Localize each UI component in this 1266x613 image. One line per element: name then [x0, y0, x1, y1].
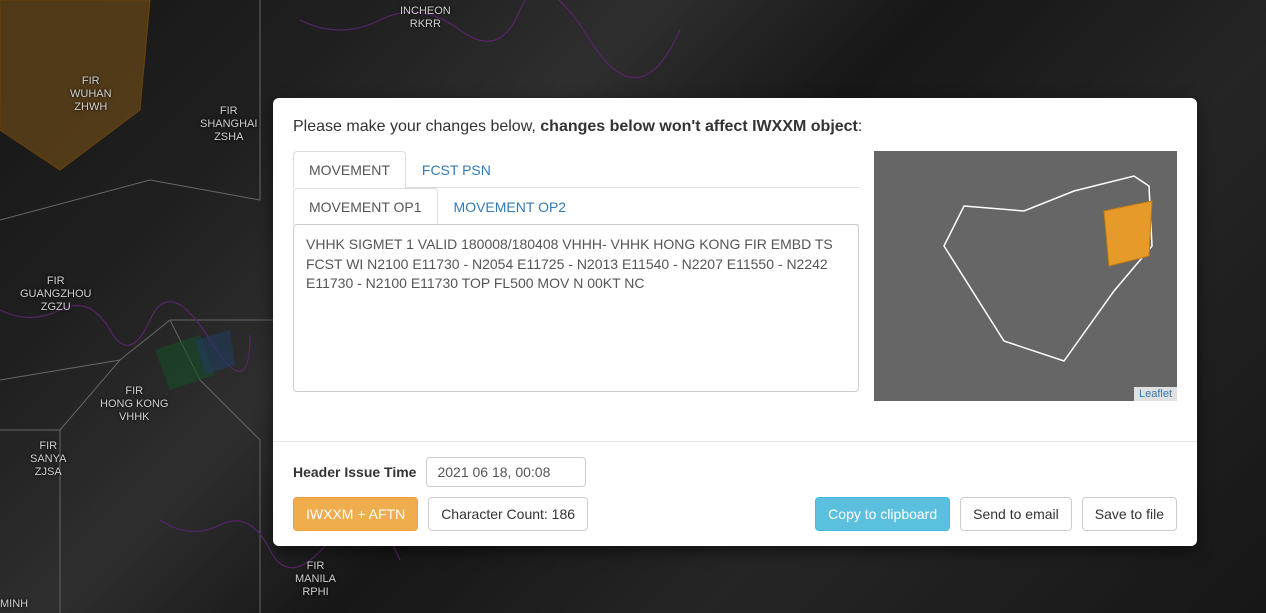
edit-modal: Please make your changes below, changes …: [273, 98, 1197, 546]
header-issue-time-label: Header Issue Time: [293, 464, 416, 480]
tab-movement-op2[interactable]: MOVEMENT OP2: [438, 188, 583, 225]
fir-label-incheon: INCHEON RKRR: [400, 5, 451, 31]
instruction-suffix: :: [858, 118, 862, 135]
character-count-button[interactable]: Character Count: 186: [428, 497, 588, 531]
copy-to-clipboard-button[interactable]: Copy to clipboard: [815, 497, 950, 531]
sigmet-text-input[interactable]: [293, 224, 859, 392]
save-to-file-button[interactable]: Save to file: [1082, 497, 1177, 531]
send-to-email-button[interactable]: Send to email: [960, 497, 1072, 531]
minimap-svg: [874, 151, 1177, 401]
tabs-secondary: MOVEMENT OP1 MOVEMENT OP2: [293, 188, 859, 225]
fir-label-guangzhou: FIR GUANGZHOU ZGZU: [20, 275, 92, 315]
fir-label-hongkong: FIR HONG KONG VHHK: [100, 385, 168, 425]
instruction-bold: changes below won't affect IWXXM object: [540, 118, 858, 135]
fir-label-minh: MINH: [0, 598, 28, 611]
tab-movement[interactable]: MOVEMENT: [293, 151, 406, 188]
modal-divider: [273, 441, 1197, 442]
fir-label-wuhan: FIR WUHAN ZHWH: [70, 75, 112, 115]
fir-label-manila: FIR MANILA RPHI: [295, 560, 336, 600]
tab-fcst-psn[interactable]: FCST PSN: [406, 151, 507, 188]
instruction-prefix: Please make your changes below,: [293, 118, 540, 135]
leaflet-attribution[interactable]: Leaflet: [1134, 387, 1177, 401]
minimap[interactable]: Leaflet: [874, 151, 1177, 401]
iwxxm-aftn-button[interactable]: IWXXM + AFTN: [293, 497, 418, 531]
fir-label-sanya: FIR SANYA ZJSA: [30, 440, 66, 480]
tabs-primary: MOVEMENT FCST PSN: [293, 151, 859, 188]
modal-instruction: Please make your changes below, changes …: [293, 118, 1177, 136]
fir-label-shanghai: FIR SHANGHAI ZSHA: [200, 105, 257, 145]
header-issue-time-input[interactable]: [426, 457, 586, 487]
tab-movement-op1[interactable]: MOVEMENT OP1: [293, 188, 438, 225]
